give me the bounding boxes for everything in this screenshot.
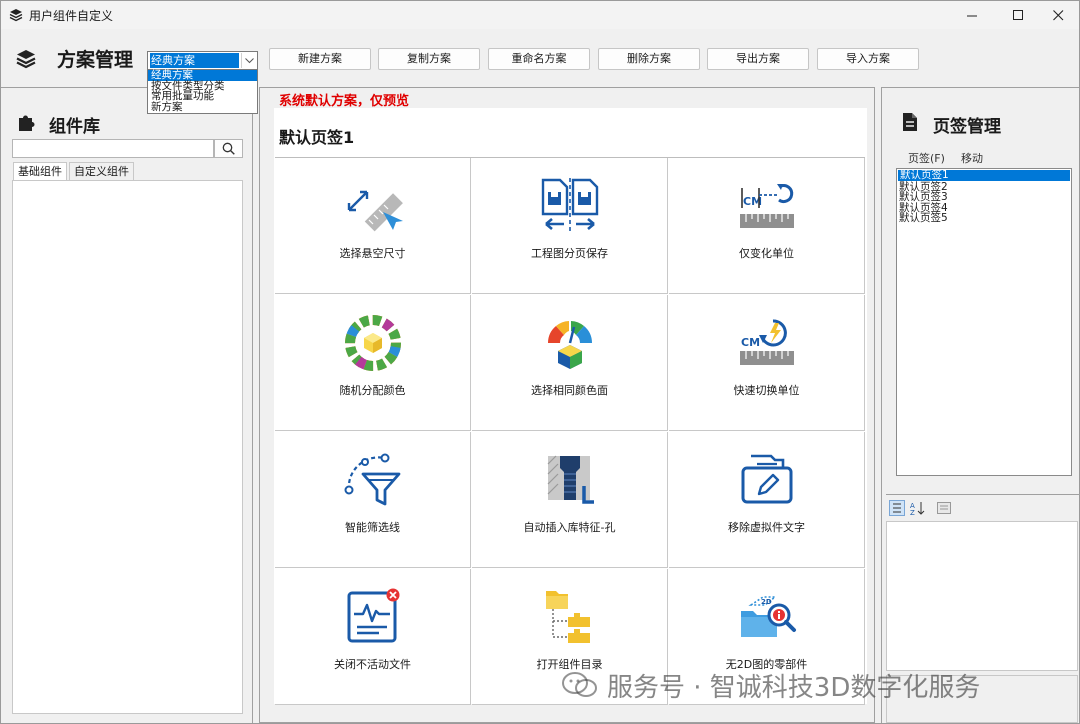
component-grid: 选择悬空尺寸 工程图分页保存 CM 仅变化单位 随机分配颜色 选择相同颜色面 C… — [275, 157, 865, 705]
stack-layers-icon — [9, 9, 23, 22]
library-title: 组件库 — [49, 117, 100, 137]
no-2d-part-icon: 2D — [741, 596, 796, 637]
tab-menu-bar: 页签(F) 移动 — [898, 146, 1072, 168]
tab-basic-components[interactable]: 基础组件 — [13, 162, 67, 181]
layers-icon — [16, 50, 36, 69]
page-preview-panel: 系统默认方案，仅预览 默认页签1 选择悬空尺寸 工程图分页保存 CM 仅变化单位… — [259, 87, 875, 723]
property-grid — [886, 521, 1078, 671]
categorized-icon[interactable] — [889, 500, 905, 516]
scheme-title: 方案管理 — [57, 49, 134, 71]
wechat-icon — [562, 672, 597, 697]
scheme-option[interactable]: 经典方案 — [148, 70, 257, 81]
hole-feature-icon — [547, 455, 594, 504]
preview-warning: 系统默认方案，仅预览 — [279, 94, 410, 109]
new-scheme-button[interactable]: 新建方案 — [269, 48, 371, 70]
window-title: 用户组件自定义 — [29, 9, 114, 23]
property-toolbar: A Z — [886, 497, 1080, 519]
tab-management-title: 页签管理 — [933, 117, 1001, 137]
copy-scheme-button[interactable]: 复制方案 — [378, 48, 480, 70]
folder-tree-icon — [546, 591, 590, 643]
minimize-button[interactable] — [949, 1, 995, 29]
scheme-select-value: 经典方案 — [150, 53, 239, 68]
scheme-option[interactable]: 新方案 — [148, 101, 257, 113]
rename-scheme-button[interactable]: 重命名方案 — [488, 48, 590, 70]
component-tile[interactable]: 选择相同颜色面 — [472, 295, 668, 431]
export-scheme-button[interactable]: 导出方案 — [707, 48, 809, 70]
tab-list-item[interactable]: 默认页签1 — [898, 170, 1070, 181]
document-icon — [903, 113, 917, 131]
page-title: 默认页签1 — [279, 128, 355, 147]
component-tile[interactable]: 移除虚拟件文字 — [669, 432, 865, 568]
page-card: 默认页签1 选择悬空尺寸 工程图分页保存 CM 仅变化单位 随机分配颜色 选择相… — [274, 108, 867, 705]
component-tile[interactable]: 选择悬空尺寸 — [275, 158, 471, 294]
measure-ruler-icon — [347, 190, 403, 232]
tab-list-item[interactable]: 默认页签3 — [897, 192, 1071, 203]
component-label: 仅变化单位 — [739, 247, 794, 260]
app-window: 用户组件自定义 方案管理 经典方案 新建方案 复制方案 重命名方案 删除方案 导… — [0, 0, 1080, 724]
chevron-down-icon[interactable] — [241, 53, 256, 68]
close-button[interactable] — [1035, 1, 1080, 29]
library-search-button[interactable] — [214, 139, 243, 158]
tab-management-panel: 页签管理 页签(F) 移动 默认页签1 默认页签2 默认页签3 默认页签4 默认… — [881, 87, 1080, 723]
split-save-icon — [541, 178, 599, 234]
svg-text:Z: Z — [910, 509, 915, 516]
tab-custom-components[interactable]: 自定义组件 — [69, 162, 134, 180]
component-label: 工程图分页保存 — [531, 247, 608, 260]
tab-list: 默认页签1 默认页签2 默认页签3 默认页签4 默认页签5 — [896, 168, 1072, 476]
color-wheel-icon — [345, 315, 401, 371]
puzzle-icon — [19, 115, 35, 131]
close-icon — [1052, 9, 1063, 20]
component-label: 关闭不活动文件 — [334, 658, 411, 671]
remove-text-icon — [741, 454, 793, 504]
scheme-select[interactable]: 经典方案 — [147, 51, 258, 70]
svg-text:CM: CM — [741, 336, 760, 349]
component-tile[interactable]: 随机分配颜色 — [275, 295, 471, 431]
maximize-icon — [1012, 9, 1023, 20]
property-pages-icon[interactable] — [936, 500, 952, 516]
component-label: 智能筛选线 — [345, 521, 400, 534]
watermark-text: 服务号 · 智诚科技3D数字化服务 — [607, 672, 981, 703]
sort-alphabetical-icon[interactable]: A Z — [909, 500, 927, 516]
component-label: 移除虚拟件文字 — [728, 521, 805, 534]
component-label: 选择相同颜色面 — [531, 384, 608, 397]
unit-change-icon: CM — [740, 184, 794, 228]
delete-scheme-button[interactable]: 删除方案 — [598, 48, 700, 70]
import-scheme-button[interactable]: 导入方案 — [817, 48, 919, 70]
component-label: 随机分配颜色 — [339, 384, 406, 397]
component-library-panel: 组件库 基础组件 自定义组件 — [1, 87, 253, 723]
menu-move[interactable]: 移动 — [961, 150, 983, 166]
title-bar: 用户组件自定义 — [1, 1, 1079, 29]
component-tile[interactable]: 工程图分页保存 — [472, 158, 668, 294]
unit-switch-icon: CM — [740, 319, 794, 365]
scheme-option[interactable]: 常用批量功能 — [148, 91, 257, 102]
watermark: 服务号 · 智诚科技3D数字化服务 — [561, 665, 1061, 705]
color-face-icon — [548, 321, 592, 369]
search-icon — [222, 142, 235, 155]
scheme-dropdown-list: 经典方案 按文件类型分类 常用批量功能 新方案 — [147, 69, 258, 114]
close-inactive-icon — [347, 588, 400, 643]
component-tile[interactable]: 关闭不活动文件 — [275, 569, 471, 705]
component-tile[interactable]: CM 快速切换单位 — [669, 295, 865, 431]
svg-text:2D: 2D — [761, 598, 772, 606]
component-tile[interactable]: CM 仅变化单位 — [669, 158, 865, 294]
menu-tab-file[interactable]: 页签(F) — [908, 150, 945, 166]
tab-list-item[interactable]: 默认页签5 — [897, 213, 1071, 224]
component-label: 自动插入库特征-孔 — [523, 521, 616, 534]
component-tile[interactable]: 智能筛选线 — [275, 432, 471, 568]
library-list — [12, 180, 243, 714]
minimize-icon — [966, 15, 977, 16]
library-search-input[interactable] — [12, 139, 214, 158]
component-label: 快速切换单位 — [733, 384, 800, 397]
component-label: 选择悬空尺寸 — [339, 247, 406, 260]
filter-curve-icon — [344, 453, 401, 506]
component-tile[interactable]: 自动插入库特征-孔 — [472, 432, 668, 568]
